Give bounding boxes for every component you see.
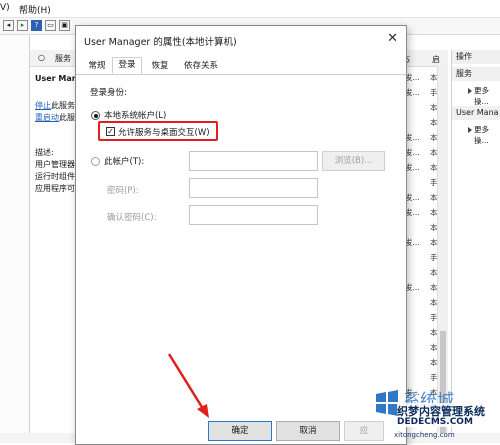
services-header-label: 服务 <box>55 54 71 63</box>
column-startup-header[interactable]: 启 <box>432 54 440 65</box>
service-row-status: 发... <box>405 208 420 217</box>
service-row-status: 发... <box>405 73 420 82</box>
help-icon[interactable]: ? <box>31 20 42 31</box>
watermark-line2: DEDECMS.COM <box>397 417 473 427</box>
expand-arrow-icon <box>468 127 472 133</box>
stop-link-suffix: 此服务 <box>51 101 75 110</box>
local-system-label[interactable]: 本地系统帐户(L) <box>104 109 166 121</box>
this-account-radio[interactable] <box>91 157 100 166</box>
confirm-password-label: 确认密码(C): <box>107 213 157 223</box>
account-field[interactable] <box>189 151 318 171</box>
cancel-button[interactable]: 取消 <box>276 421 340 441</box>
selected-service-title: User Man <box>35 74 78 83</box>
annotation-arrow <box>167 353 209 418</box>
password-field[interactable] <box>189 178 318 198</box>
service-row-status: 发... <box>405 133 420 142</box>
more-actions-item[interactable]: 更多操... <box>474 85 500 107</box>
menu-view[interactable]: V) <box>0 3 10 13</box>
menu-help[interactable]: 帮助(H) <box>19 3 51 16</box>
search-icon: ○ <box>38 53 45 62</box>
service-row-status: 发... <box>405 283 420 292</box>
watermark-url: xitongcheng.com <box>394 431 455 439</box>
console-tree-pane <box>0 35 30 443</box>
menu-bar: V) 帮助(H) <box>0 0 500 18</box>
more-actions-item[interactable]: 更多操... <box>474 124 500 146</box>
stop-link-row: 停止此服务 <box>35 100 75 111</box>
browse-button[interactable]: 浏览(B)... <box>322 151 385 171</box>
service-row-status: 发... <box>405 238 420 247</box>
this-account-label[interactable]: 此帐户(T): <box>104 155 144 167</box>
description-label: 描述: <box>35 148 54 157</box>
logon-as-label: 登录身份: <box>90 88 127 98</box>
back-icon[interactable]: ◂ <box>3 20 14 31</box>
description-line: 运行时组件 <box>35 172 75 181</box>
export-icon[interactable]: ▸ <box>17 20 28 31</box>
actions-pane: 操作 服务 更多操... User Mana 更多操... <box>451 50 500 443</box>
dialog-title: User Manager 的属性(本地计算机) <box>84 37 237 48</box>
tab-recovery[interactable]: 恢复 <box>146 58 174 73</box>
properties-dialog: User Manager 的属性(本地计算机) ✕ 常规 登录 恢复 依存关系 … <box>75 25 407 445</box>
tab-logon[interactable]: 登录 <box>112 57 142 74</box>
window-icon[interactable]: ▣ <box>59 20 70 31</box>
restart-link-row: 重启动此服 <box>35 112 75 123</box>
actions-header: 操作 <box>452 50 500 64</box>
dialog-tabs: 常规 登录 恢复 依存关系 <box>76 57 406 75</box>
tab-general[interactable]: 常规 <box>84 58 110 73</box>
description-line: 应用程序可 <box>35 184 75 193</box>
restart-link[interactable]: 重启动 <box>35 113 59 122</box>
service-row-status: 发... <box>405 148 420 157</box>
stop-link[interactable]: 停止 <box>35 101 51 110</box>
service-row-status: 发... <box>405 88 420 97</box>
description-line: 用户管理器 <box>35 160 75 169</box>
allow-desktop-checkbox[interactable]: ✓ <box>106 127 115 136</box>
service-row-status: 发... <box>405 163 420 172</box>
allow-desktop-label[interactable]: 允许服务与桌面交互(W) <box>118 126 210 138</box>
local-system-radio[interactable] <box>91 111 100 120</box>
service-row-status: 发... <box>405 193 420 202</box>
console-icon[interactable]: ▭ <box>45 20 56 31</box>
confirm-password-field[interactable] <box>189 205 318 225</box>
restart-link-suffix: 此服 <box>59 113 75 122</box>
logon-panel: 登录身份: 本地系统帐户(L) ✓ 允许服务与桌面交互(W) 此帐户(T): 浏… <box>76 74 406 398</box>
password-label: 密码(P): <box>107 186 139 196</box>
actions-section-services[interactable]: 服务 <box>452 67 500 81</box>
actions-section-user-manager[interactable]: User Mana <box>452 106 500 120</box>
close-icon[interactable]: ✕ <box>387 31 398 46</box>
expand-arrow-icon <box>468 88 472 94</box>
ok-button[interactable]: 确定 <box>208 421 272 441</box>
watermark: 系统城 织梦内容管理系统 DEDECMS.COM xitongcheng.com <box>368 388 500 443</box>
tab-dependencies[interactable]: 依存关系 <box>179 58 223 73</box>
